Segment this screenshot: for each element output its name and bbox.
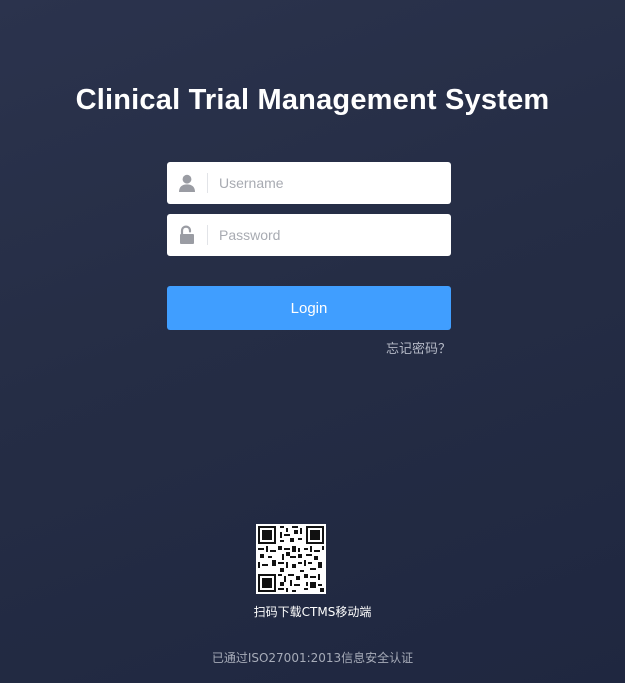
password-field[interactable] <box>167 214 451 256</box>
password-input[interactable] <box>219 214 439 256</box>
login-button[interactable]: Login <box>167 286 451 330</box>
unlock-icon <box>177 225 197 245</box>
username-input[interactable] <box>219 162 439 204</box>
page-title: Clinical Trial Management System <box>75 84 550 116</box>
field-divider <box>207 225 208 245</box>
field-divider <box>207 173 208 193</box>
certification-text: 已通过ISO27001:2013信息安全认证 <box>211 651 414 665</box>
qr-code <box>256 524 326 594</box>
user-icon <box>177 173 197 193</box>
forgot-password-link[interactable]: 忘记密码？ <box>386 338 451 357</box>
qr-caption: 扫码下载CTMS移动端 <box>253 605 372 619</box>
username-field[interactable] <box>167 162 451 204</box>
